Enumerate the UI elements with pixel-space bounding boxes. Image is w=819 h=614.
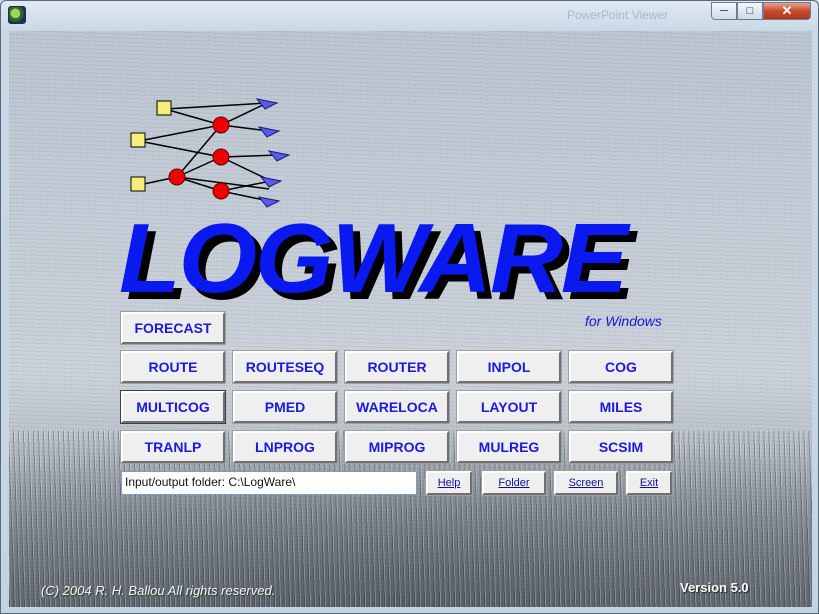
- router-button[interactable]: ROUTER: [344, 350, 450, 384]
- help-button[interactable]: Help: [425, 470, 473, 496]
- exit-button[interactable]: Exit: [625, 470, 673, 496]
- screen-button[interactable]: Screen: [553, 470, 619, 496]
- pmed-button[interactable]: PMED: [232, 390, 338, 424]
- multicog-button[interactable]: MULTICOG: [120, 390, 226, 424]
- io-folder-field[interactable]: Input/output folder: C:\LogWare\: [121, 471, 417, 495]
- minimize-icon: ─: [720, 5, 728, 17]
- maximize-icon: □: [746, 5, 754, 17]
- logware-app-icon[interactable]: [8, 6, 26, 24]
- close-button[interactable]: ✕: [763, 2, 811, 20]
- routeseq-button[interactable]: ROUTESEQ: [232, 350, 338, 384]
- folder-button[interactable]: Folder: [481, 470, 547, 496]
- window-title: PowerPoint Viewer: [567, 8, 669, 22]
- minimize-button[interactable]: ─: [711, 2, 737, 20]
- close-icon: ✕: [781, 3, 793, 18]
- copyright-text: (C) 2004 R. H. Ballou All rights reserve…: [41, 583, 276, 598]
- maximize-button[interactable]: □: [737, 2, 763, 20]
- lnprog-button[interactable]: LNPROG: [232, 430, 338, 464]
- miprog-button[interactable]: MIPROG: [344, 430, 450, 464]
- app-window: PowerPoint Viewer ─ □ ✕ LOGWARE for Wind…: [0, 0, 819, 614]
- mulreg-button[interactable]: MULREG: [456, 430, 562, 464]
- version-label: Version 5.0: [680, 580, 749, 595]
- network-logo-icon: [130, 98, 291, 208]
- tranlp-button[interactable]: TRANLP: [120, 430, 226, 464]
- forecast-button[interactable]: FORECAST: [120, 311, 226, 345]
- layout-button[interactable]: LAYOUT: [456, 390, 562, 424]
- route-button[interactable]: ROUTE: [120, 350, 226, 384]
- scsim-button[interactable]: SCSIM: [568, 430, 674, 464]
- title-bar[interactable]: PowerPoint Viewer ─ □ ✕: [1, 1, 818, 27]
- wareloca-button[interactable]: WARELOCA: [344, 390, 450, 424]
- main-form: LOGWARE for Windows FORECAST ROUTE ROUTE…: [9, 31, 812, 607]
- cog-button[interactable]: COG: [568, 350, 674, 384]
- logware-logo-text: LOGWARE: [119, 203, 628, 313]
- miles-button[interactable]: MILES: [568, 390, 674, 424]
- for-windows-tagline: for Windows: [585, 313, 662, 329]
- inpol-button[interactable]: INPOL: [456, 350, 562, 384]
